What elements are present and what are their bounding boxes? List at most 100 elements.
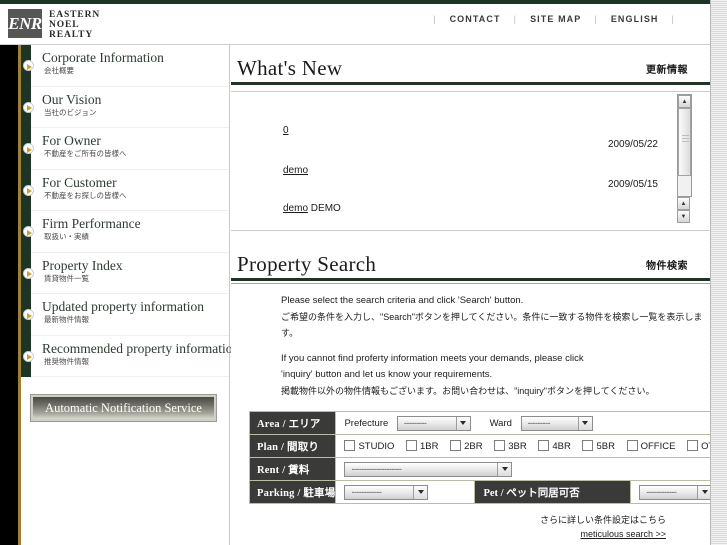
news-item-link[interactable]: 0 (283, 125, 289, 136)
news-scrollbar-buttons[interactable]: ▲ ▼ (677, 197, 692, 223)
news-item-link[interactable]: demo (283, 203, 308, 214)
sidebar-item-subtitle: 会社概要 (44, 66, 74, 75)
logo-line-1: EASTERN (49, 10, 101, 20)
plan-option-studio[interactable]: STUDIO (344, 440, 394, 452)
news-scrollbar[interactable]: ▲ (677, 94, 692, 197)
plan-option-1br[interactable]: 1BR (405, 440, 438, 452)
plan-option-4br[interactable]: 4BR (538, 440, 571, 452)
checkbox-icon[interactable] (405, 440, 417, 451)
top-navigation: | CONTACT | SITE MAP | ENGLISH | (420, 14, 688, 24)
automatic-notification-service-button[interactable]: Automatic Notification Service (30, 394, 217, 422)
checkbox-icon[interactable] (538, 440, 550, 451)
plan-option-5br[interactable]: 5BR (582, 440, 615, 452)
ward-select-value: --------- (527, 418, 551, 428)
nav-separator: | (513, 14, 518, 24)
arrow-bullet-icon (23, 184, 34, 196)
pet-select[interactable]: ------------ (639, 484, 713, 500)
sidebar-item-subtitle: 不動産をご所有の皆様へ (44, 149, 127, 158)
ward-label: Ward (489, 417, 512, 429)
sidebar-item-corporate-information[interactable]: Corporate Information 会社概要 (21, 45, 229, 87)
sidebar-item-for-owner[interactable]: For Owner 不動産をご所有の皆様へ (21, 128, 229, 170)
sidebar-item-firm-performance[interactable]: Firm Performance 取扱い・実績 (21, 211, 229, 253)
plan-option-2br[interactable]: 2BR (450, 440, 483, 452)
ward-select[interactable]: --------- (520, 415, 593, 431)
news-item-text: DEMO (310, 203, 341, 214)
checkbox-icon[interactable] (626, 440, 638, 451)
plan-option-label: 5BR (596, 441, 615, 452)
checkbox-icon[interactable] (582, 440, 594, 451)
sidebar-item-subtitle: 取扱い・実績 (44, 232, 89, 241)
arrow-bullet-icon (23, 60, 34, 71)
sidebar-item-property-index[interactable]: Property Index 賃貸物件一覧 (21, 252, 229, 294)
plan-option-office[interactable]: OFFICE (626, 440, 676, 452)
site-header: ENR EASTERN NOEL REALTY | CONTACT | SITE… (0, 0, 710, 45)
browser-scrollbar[interactable] (710, 0, 727, 545)
meticulous-search-link[interactable]: meticulous search >> (580, 529, 666, 539)
prefecture-select-value: --------- (403, 418, 427, 428)
site-logo[interactable]: ENR EASTERN NOEL REALTY (8, 9, 100, 40)
header-double-rule (231, 283, 710, 284)
sidebar-item-subtitle: 賃貸物件一覧 (44, 273, 89, 283)
instruction-gap (281, 341, 710, 351)
sidebar-nav: Corporate Information 会社概要 Our Vision 当社… (21, 45, 239, 545)
prefecture-select[interactable]: --------- (396, 415, 471, 431)
news-item: demo DEMO (283, 203, 658, 223)
scrollbar-grip-icon (682, 135, 689, 144)
nav-separator: | (671, 14, 675, 24)
parking-select[interactable]: ------------ (344, 484, 429, 500)
sidebar-item-for-customer[interactable]: For Customer 不動産をお探しの皆様へ (21, 169, 229, 211)
arrow-bullet-icon (23, 350, 34, 362)
property-search-instructions: Please select the search criteria and cl… (231, 281, 710, 399)
arrow-bullet-icon (23, 143, 34, 154)
property-search-title-en: Property Search (237, 252, 377, 276)
arrow-bullet-icon (23, 226, 34, 237)
plan-fields: STUDIO 1BR 2BR 3BR 4BR 5BR OFFICE OTHER (335, 434, 727, 458)
search-criteria-table: Area / エリア Prefecture --------- Ward ---… (248, 411, 727, 504)
instruction-jp-2: 掲載物件以外の物件情報もございます。お問い合わせは、"inquiry"ボタンを押… (281, 386, 655, 396)
area-label: Area / エリア (248, 411, 337, 435)
sidebar-item-title: Firm Performance (42, 216, 141, 231)
plan-label: Plan / 間取り (248, 434, 337, 458)
checkbox-icon[interactable] (494, 440, 506, 451)
chevron-down-icon (413, 485, 428, 499)
news-item-link[interactable]: demo (283, 165, 308, 176)
rent-select[interactable]: -------------------- (344, 461, 513, 477)
left-black-margin (0, 45, 18, 545)
rent-fields: -------------------- (335, 457, 727, 481)
property-search-title-jp: 物件検索 (646, 261, 688, 272)
scroll-down-arrow-icon[interactable]: ▼ (677, 210, 690, 223)
scroll-up-arrow-icon[interactable]: ▲ (678, 95, 691, 108)
plan-option-label: 2BR (464, 441, 483, 452)
sidebar-item-updated-property-information[interactable]: Updated property information 最新物件情報 (21, 294, 229, 336)
plan-option-3br[interactable]: 3BR (494, 440, 527, 452)
area-fields: Prefecture --------- Ward --------- (335, 411, 727, 435)
scroll-up-arrow-icon[interactable]: ▲ (677, 197, 690, 210)
rent-select-value: -------------------- (351, 464, 402, 474)
page-root: ENR EASTERN NOEL REALTY | CONTACT | SITE… (0, 0, 727, 545)
plan-option-label: 4BR (552, 441, 571, 452)
sidebar-item-subtitle: 当社のビジョン (44, 107, 97, 117)
nav-item-english[interactable]: ENGLISH (611, 14, 659, 24)
checkbox-icon[interactable] (450, 440, 462, 451)
nav-item-contact[interactable]: CONTACT (450, 14, 501, 24)
table-row: Area / エリア Prefecture --------- Ward ---… (248, 411, 727, 435)
arrow-bullet-icon (23, 309, 34, 320)
instruction-en-2a: If you cannot find proferty information … (281, 353, 584, 364)
sidebar-item-our-vision[interactable]: Our Vision 当社のビジョン (21, 86, 229, 128)
table-row: Plan / 間取り STUDIO 1BR 2BR 3BR 4BR 5BR OF… (248, 434, 727, 458)
checkbox-icon[interactable] (344, 440, 356, 451)
arrow-bullet-icon (23, 101, 34, 113)
scrollbar-thumb[interactable] (678, 108, 691, 176)
news-item-date: 2009/05/22 (607, 139, 658, 150)
meticulous-search-note: さらに詳しい条件設定はこちら (539, 515, 666, 525)
chevron-down-icon (455, 416, 470, 430)
instruction-jp-1: ご希望の条件を入力し、"Search"ボタンを押してください。条件に一致する物件… (281, 312, 703, 338)
table-row: Rent / 賃料 -------------------- (248, 457, 727, 481)
sidebar-item-title: For Owner (42, 133, 101, 148)
parking-select-value: ------------ (351, 487, 382, 497)
checkbox-icon[interactable] (687, 440, 699, 451)
nav-item-site-map[interactable]: SITE MAP (530, 14, 581, 24)
plan-option-label: OFFICE (640, 441, 676, 452)
nav-separator: | (433, 14, 437, 24)
sidebar-item-recommended-property-information[interactable]: Recommended property information 推奨物件情報 (21, 335, 239, 377)
